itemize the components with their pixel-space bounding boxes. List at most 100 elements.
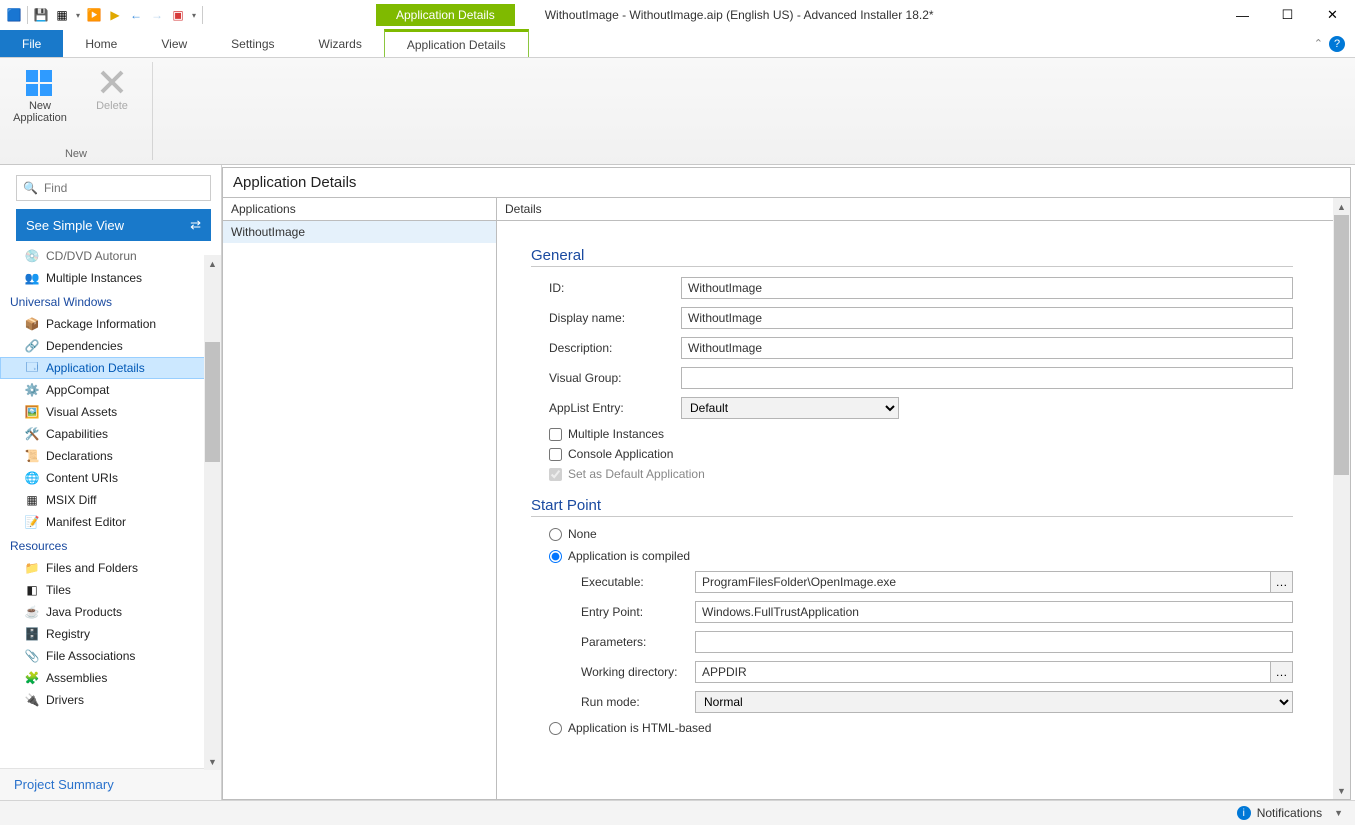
details-scroll-up-icon[interactable]: ▲ xyxy=(1333,198,1350,215)
tab-home[interactable]: Home xyxy=(63,30,139,57)
qat-dropdown-icon[interactable]: ▾ xyxy=(189,5,199,25)
entry-point-field[interactable] xyxy=(695,601,1293,623)
application-list-item[interactable]: WithoutImage xyxy=(223,221,496,243)
close-button[interactable]: ✕ xyxy=(1310,0,1355,30)
run-icon[interactable]: ▶️ xyxy=(84,5,104,25)
window-icon: 🗔 xyxy=(24,360,40,376)
sidebar-item-capabilities[interactable]: 🛠️Capabilities xyxy=(0,423,221,445)
help-icon[interactable]: ? xyxy=(1329,36,1345,52)
parameters-field[interactable] xyxy=(695,631,1293,653)
people-icon: 👥 xyxy=(24,270,40,286)
applist-entry-select[interactable]: Default xyxy=(681,397,899,419)
save-icon[interactable]: 💾 xyxy=(31,5,51,25)
sidebar-item-dependencies[interactable]: 🔗Dependencies xyxy=(0,335,221,357)
executable-field[interactable] xyxy=(695,571,1271,593)
sidebar-item-drivers[interactable]: 🔌Drivers xyxy=(0,689,221,711)
sidebar-item-visual-assets[interactable]: 🖼️Visual Assets xyxy=(0,401,221,423)
sidebar-item-appcompat[interactable]: ⚙️AppCompat xyxy=(0,379,221,401)
tab-application-details[interactable]: Application Details xyxy=(384,29,529,57)
sidebar-cat-universal-windows: Universal Windows xyxy=(0,289,221,313)
window-title: WithoutImage - WithoutImage.aip (English… xyxy=(545,8,1220,22)
radio-application-compiled[interactable]: Application is compiled xyxy=(549,549,1293,563)
multiple-instances-checkbox[interactable]: Multiple Instances xyxy=(531,427,1293,441)
minimize-button[interactable]: — xyxy=(1220,0,1265,30)
scroll-thumb[interactable] xyxy=(205,342,220,462)
swap-icon: ⇄ xyxy=(190,217,201,233)
cap-icon: 🛠️ xyxy=(24,426,40,442)
java-icon: ☕ xyxy=(24,604,40,620)
globe-icon: 🌐 xyxy=(24,470,40,486)
back-icon[interactable]: ← xyxy=(126,5,146,25)
details-scroll-thumb[interactable] xyxy=(1334,215,1349,475)
app-icon: 🟦 xyxy=(4,5,24,25)
asm-icon: 🧩 xyxy=(24,670,40,686)
radio-none[interactable]: None xyxy=(549,527,1293,541)
working-directory-field[interactable] xyxy=(695,661,1271,683)
details-scroll-down-icon[interactable]: ▼ xyxy=(1333,782,1350,799)
sidebar-item-msix-diff[interactable]: ▦MSIX Diff xyxy=(0,489,221,511)
assoc-icon: 📎 xyxy=(24,648,40,664)
sidebar-item-cddvd-autorun[interactable]: 💿CD/DVD Autorun xyxy=(0,249,221,267)
maximize-button[interactable]: ☐ xyxy=(1265,0,1310,30)
dropdown-icon[interactable]: ▾ xyxy=(73,5,83,25)
build-icon[interactable]: ▦ xyxy=(52,5,72,25)
entry-point-label: Entry Point: xyxy=(563,605,695,619)
play-icon[interactable]: ▶ xyxy=(105,5,125,25)
edit-icon: 📝 xyxy=(24,514,40,530)
search-input-wrap[interactable]: 🔍 xyxy=(16,175,211,201)
tab-file[interactable]: File xyxy=(0,30,63,57)
id-field[interactable] xyxy=(681,277,1293,299)
console-application-checkbox[interactable]: Console Application xyxy=(531,447,1293,461)
sidebar-item-package-information[interactable]: 📦Package Information xyxy=(0,313,221,335)
executable-label: Executable: xyxy=(563,575,695,589)
sidebar-item-declarations[interactable]: 📜Declarations xyxy=(0,445,221,467)
section-general: General xyxy=(531,247,1293,267)
run-mode-select[interactable]: Normal xyxy=(695,691,1293,713)
ribbon-collapse-icon[interactable]: ⌃ xyxy=(1314,37,1323,50)
sidebar-scrollbar[interactable]: ▲ ▼ xyxy=(204,255,221,770)
set-default-application-checkbox: Set as Default Application xyxy=(531,467,1293,481)
new-application-button[interactable]: NewApplication xyxy=(8,62,72,124)
grid-icon: ▦ xyxy=(24,492,40,508)
forward-icon[interactable]: → xyxy=(147,5,167,25)
red-icon[interactable]: ▣ xyxy=(168,5,188,25)
sidebar-item-files-and-folders[interactable]: 📁Files and Folders xyxy=(0,557,221,579)
tab-wizards[interactable]: Wizards xyxy=(297,30,384,57)
working-directory-browse-button[interactable]: … xyxy=(1271,661,1293,683)
visual-group-field[interactable] xyxy=(681,367,1293,389)
sidebar-item-file-associations[interactable]: 📎File Associations xyxy=(0,645,221,667)
sidebar-item-manifest-editor[interactable]: 📝Manifest Editor xyxy=(0,511,221,533)
radio-application-html-based[interactable]: Application is HTML-based xyxy=(549,721,1293,735)
description-field[interactable] xyxy=(681,337,1293,359)
executable-browse-button[interactable]: … xyxy=(1271,571,1293,593)
display-name-field[interactable] xyxy=(681,307,1293,329)
doc-icon: 📜 xyxy=(24,448,40,464)
sidebar-item-assemblies[interactable]: 🧩Assemblies xyxy=(0,667,221,689)
run-mode-label: Run mode: xyxy=(563,695,695,709)
chevron-down-icon[interactable]: ▼ xyxy=(1334,808,1343,818)
search-icon: 🔍 xyxy=(23,181,38,195)
visual-group-label: Visual Group: xyxy=(531,371,681,385)
tab-view[interactable]: View xyxy=(139,30,209,57)
sidebar-item-registry[interactable]: 🗄️Registry xyxy=(0,623,221,645)
sidebar-item-java-products[interactable]: ☕Java Products xyxy=(0,601,221,623)
applist-entry-label: AppList Entry: xyxy=(531,401,681,415)
sidebar-item-application-details[interactable]: 🗔Application Details xyxy=(0,357,221,379)
sidebar-item-tiles[interactable]: ◧Tiles xyxy=(0,579,221,601)
scroll-down-icon[interactable]: ▼ xyxy=(204,753,221,770)
working-directory-label: Working directory: xyxy=(563,665,695,679)
sidebar-item-content-uris[interactable]: 🌐Content URIs xyxy=(0,467,221,489)
new-application-label: NewApplication xyxy=(13,100,67,124)
search-input[interactable] xyxy=(44,181,204,195)
sidebar-item-multiple-instances[interactable]: 👥Multiple Instances xyxy=(0,267,221,289)
driver-icon: 🔌 xyxy=(24,692,40,708)
project-summary-button[interactable]: Project Summary xyxy=(0,768,221,800)
link-icon: 🔗 xyxy=(24,338,40,354)
details-panel: General ID: Display name: Description: xyxy=(497,221,1333,799)
details-scrollbar[interactable]: ▲ ▼ xyxy=(1333,198,1350,799)
see-simple-view-button[interactable]: See Simple View ⇄ xyxy=(16,209,211,241)
notifications-button[interactable]: Notifications xyxy=(1257,806,1322,820)
scroll-up-icon[interactable]: ▲ xyxy=(204,255,221,272)
delete-button: Delete xyxy=(80,62,144,124)
tab-settings[interactable]: Settings xyxy=(209,30,296,57)
